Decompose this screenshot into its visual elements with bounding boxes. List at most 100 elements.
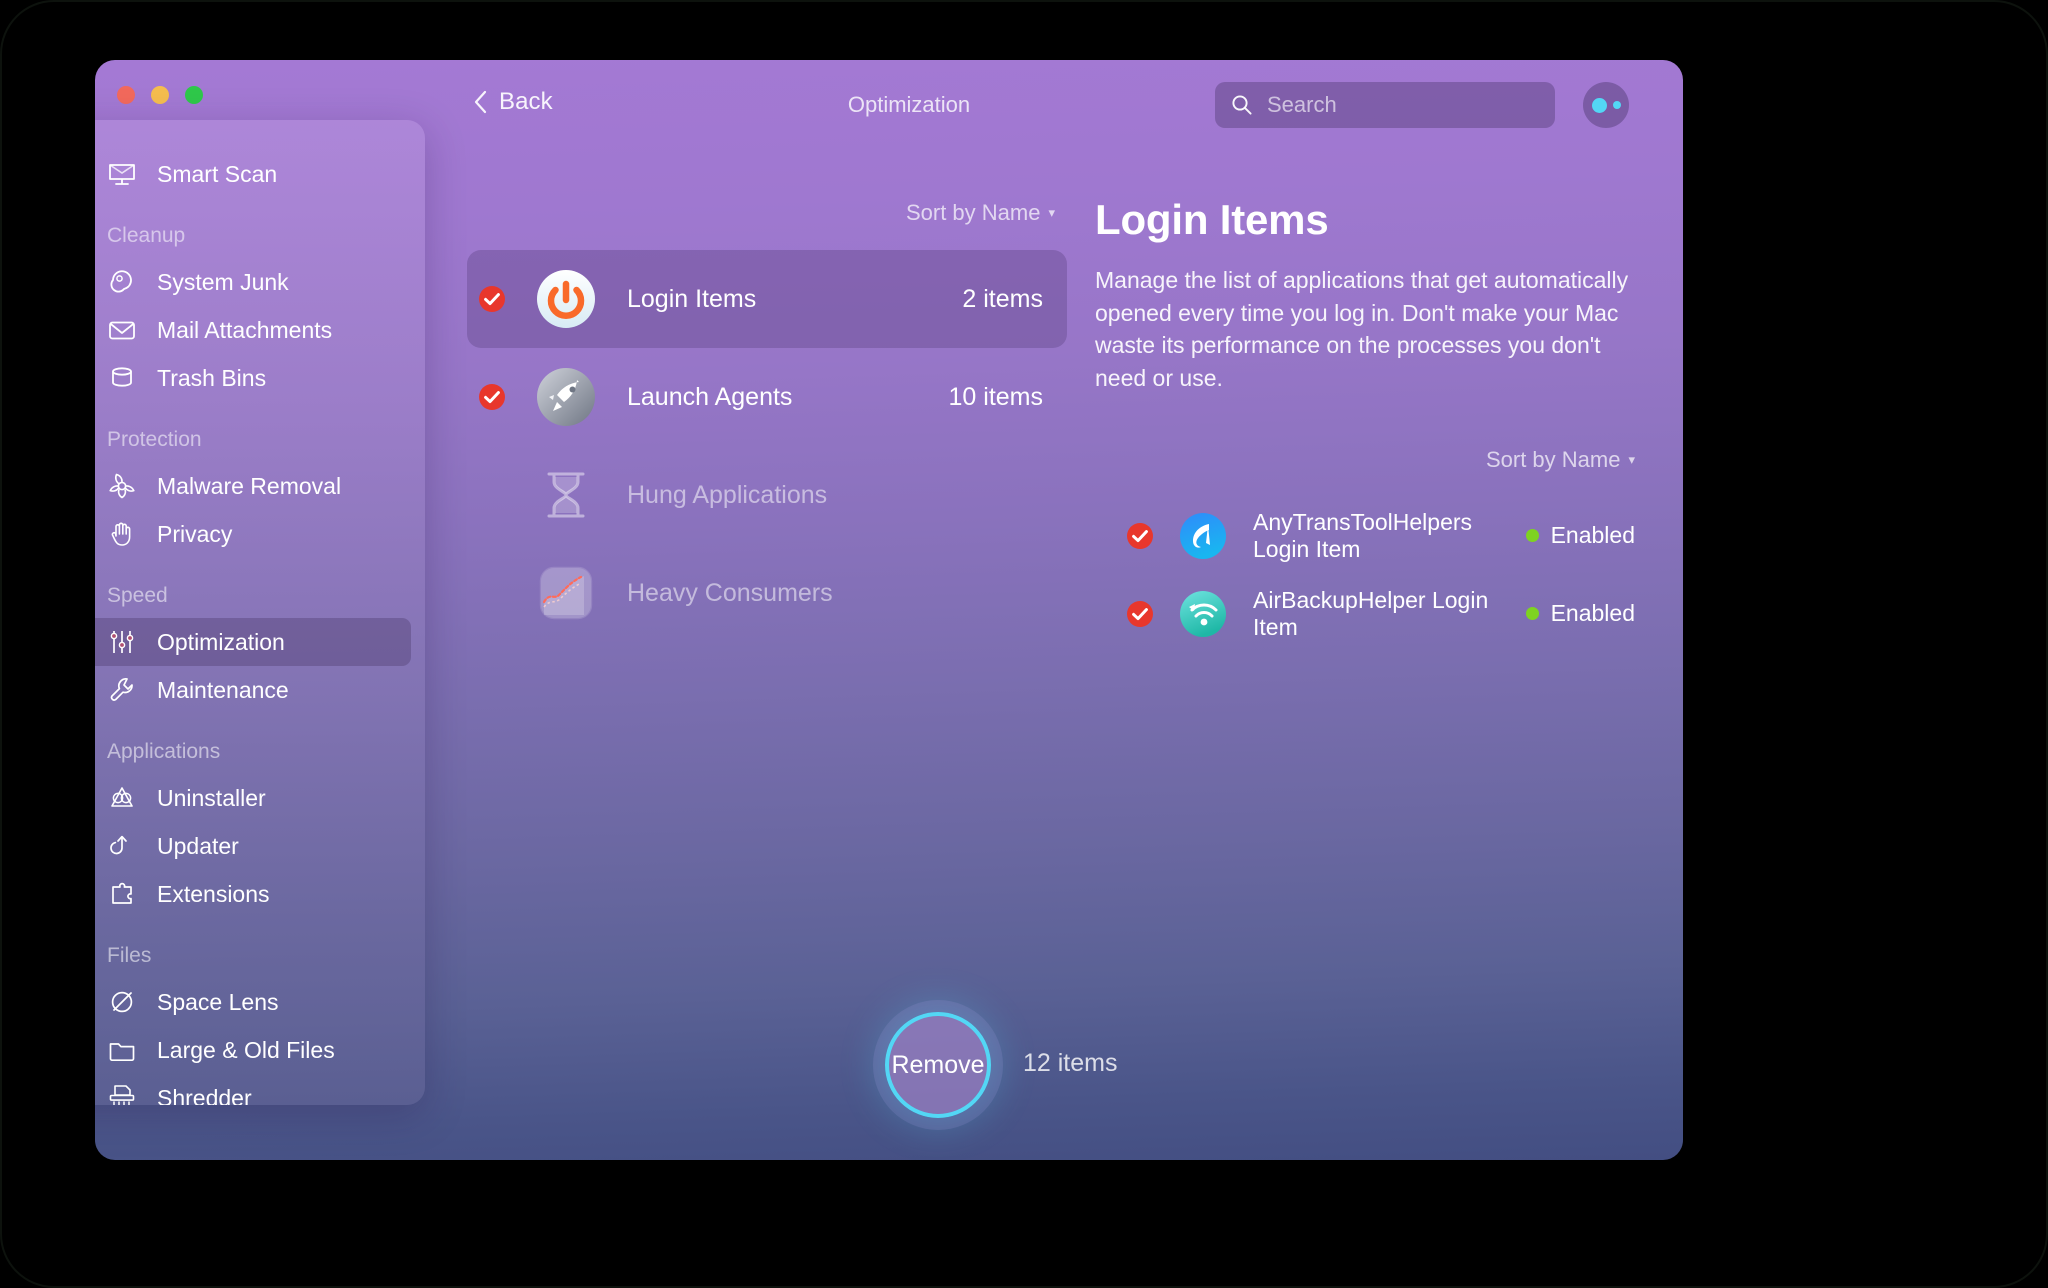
- sidebar-group-label-protection: Protection: [107, 428, 202, 451]
- sliders-icon: [110, 631, 134, 653]
- checkbox-empty-icon: [477, 480, 507, 510]
- checkbox-empty-icon: [477, 578, 507, 608]
- refresh-arrow-icon: [110, 835, 127, 855]
- detail-sort-label: Sort by Name ▾: [1486, 447, 1635, 473]
- envelope-icon: [109, 321, 135, 340]
- power-button-icon: [537, 270, 595, 328]
- close-button[interactable]: [117, 86, 135, 104]
- sidebar-group-label-speed: Speed: [107, 584, 168, 607]
- checkbox-checked-icon[interactable]: [1125, 521, 1155, 551]
- sidebar-item-label: Uninstaller: [157, 784, 266, 811]
- checkbox-checked-icon[interactable]: [477, 284, 507, 314]
- status-dot-icon: [1525, 607, 1539, 621]
- chevron-left-icon: [474, 90, 487, 114]
- sidebar-item-smart-scan[interactable]: Smart Scan: [95, 150, 411, 198]
- sidebar-item-label: Mail Attachments: [157, 316, 333, 343]
- table-row[interactable]: Hung Applications: [467, 446, 1067, 544]
- sidebar-item-system-junk[interactable]: System Junk: [95, 258, 411, 306]
- trash-bin-icon: [112, 367, 132, 387]
- system-junk-icon: [110, 270, 132, 293]
- status-badge: Enabled: [1525, 522, 1635, 549]
- sidebar-item-label: Optimization: [157, 628, 285, 655]
- sidebar-item-mail-attachments[interactable]: Mail Attachments: [95, 306, 411, 354]
- table-row[interactable]: Login Items 2 items: [467, 250, 1067, 348]
- anytrans-app-icon: [1180, 512, 1226, 559]
- search-icon: [1232, 95, 1252, 115]
- sidebar-item-label: Privacy: [157, 520, 233, 547]
- remove-button[interactable]: Remove: [885, 1012, 991, 1118]
- desktop-background: Back Optimization Search Smart Scan Clea…: [0, 0, 2048, 1288]
- monitor-scan-icon: [109, 164, 135, 185]
- detail-sort-control[interactable]: Sort by Name ▾: [1095, 447, 1635, 473]
- remove-button-label: Remove: [891, 1050, 985, 1079]
- middle-sort-label: Sort by Name ▾: [906, 200, 1055, 226]
- graph-chart-icon: [539, 566, 593, 620]
- sidebar-item-label: Malware Removal: [157, 472, 342, 499]
- app-uninstall-icon: [111, 787, 133, 807]
- table-row[interactable]: Launch Agents 10 items: [467, 348, 1067, 446]
- sidebar-group-label-cleanup: Cleanup: [107, 224, 186, 247]
- sidebar-item-optimization[interactable]: Optimization: [95, 618, 411, 666]
- wrench-icon: [110, 678, 133, 701]
- assistant-button[interactable]: [1583, 82, 1629, 128]
- sidebar-item-label: Extensions: [157, 880, 270, 907]
- status-text: Enabled: [1550, 600, 1635, 627]
- row-name: Hung Applications: [627, 480, 828, 509]
- middle-sort-text: Sort by Name: [905, 200, 1041, 225]
- table-row[interactable]: Heavy Consumers: [467, 544, 1067, 642]
- sidebar-item-maintenance[interactable]: Maintenance: [95, 666, 411, 714]
- status-dot-icon: [1525, 529, 1539, 543]
- item-name: AnyTransToolHelpers Login Item: [1253, 508, 1473, 562]
- hourglass-icon: [547, 472, 585, 518]
- status-text: Enabled: [1550, 522, 1635, 549]
- selected-items-count: 12 items: [1023, 1049, 1118, 1077]
- list-item[interactable]: AirBackupHelper Login Item Enabled: [1095, 575, 1635, 653]
- sidebar-group-label-files: Files: [107, 944, 152, 967]
- chevron-down-icon: ▾: [1048, 205, 1055, 220]
- list-item[interactable]: AnyTransToolHelpers Login Item Enabled: [1095, 497, 1635, 575]
- back-label: Back: [499, 88, 553, 115]
- hand-icon: [111, 522, 131, 546]
- sidebar-item-label: Maintenance: [157, 676, 289, 703]
- traffic-light-group: [117, 86, 203, 104]
- sidebar-item-label: Updater: [157, 832, 239, 859]
- detail-description: Manage the list of applications that get…: [1095, 267, 1629, 391]
- search-box[interactable]: [1215, 82, 1555, 128]
- sidebar: Smart Scan Cleanup System Junk Mail Atta…: [95, 120, 425, 1105]
- sidebar-item-label: System Junk: [157, 268, 289, 295]
- airbackup-app-icon: [1180, 590, 1226, 637]
- detail-panel: Login Items Manage the list of applicati…: [1095, 196, 1635, 653]
- sidebar-item-privacy[interactable]: Privacy: [95, 510, 411, 558]
- scan-category-list: Sort by Name ▾ Login Items 2 items Launc…: [467, 200, 1067, 642]
- middle-sort-control[interactable]: Sort by Name ▾: [467, 200, 1067, 226]
- status-badge: Enabled: [1525, 600, 1635, 627]
- biohazard-icon: [109, 473, 135, 499]
- chevron-down-icon: ▾: [1628, 451, 1635, 467]
- row-count: 10 items: [948, 382, 1043, 411]
- sidebar-item-uninstaller[interactable]: Uninstaller: [95, 774, 411, 822]
- row-name: Heavy Consumers: [627, 578, 833, 607]
- sidebar-item-malware-removal[interactable]: Malware Removal: [95, 462, 411, 510]
- sidebar-item-updater[interactable]: Updater: [95, 822, 411, 870]
- row-name: Login Items: [627, 284, 757, 313]
- sidebar-group-label-applications: Applications: [107, 740, 221, 763]
- rocket-icon: [537, 368, 595, 426]
- assistant-dot-small-icon: [1612, 101, 1621, 109]
- checkbox-checked-icon[interactable]: [1125, 599, 1155, 629]
- minimize-button[interactable]: [151, 86, 169, 104]
- page-title: Login Items: [1095, 196, 1329, 243]
- sidebar-item-extensions[interactable]: Extensions: [95, 870, 411, 918]
- back-button[interactable]: Back: [473, 88, 553, 116]
- checkbox-checked-icon[interactable]: [477, 382, 507, 412]
- sidebar-item-label: Trash Bins: [157, 364, 267, 391]
- action-bar: Remove 12 items: [95, 970, 1683, 1160]
- puzzle-piece-icon: [112, 882, 132, 904]
- detail-sort-text: Sort by Name: [1485, 446, 1621, 472]
- assistant-dot-large-icon: [1591, 97, 1607, 113]
- row-name: Launch Agents: [627, 382, 793, 411]
- zoom-button[interactable]: [185, 86, 203, 104]
- search-input[interactable]: [1267, 92, 1555, 118]
- row-count: 2 items: [962, 284, 1043, 313]
- sidebar-item-label: Smart Scan: [157, 160, 278, 187]
- sidebar-item-trash-bins[interactable]: Trash Bins: [95, 354, 411, 402]
